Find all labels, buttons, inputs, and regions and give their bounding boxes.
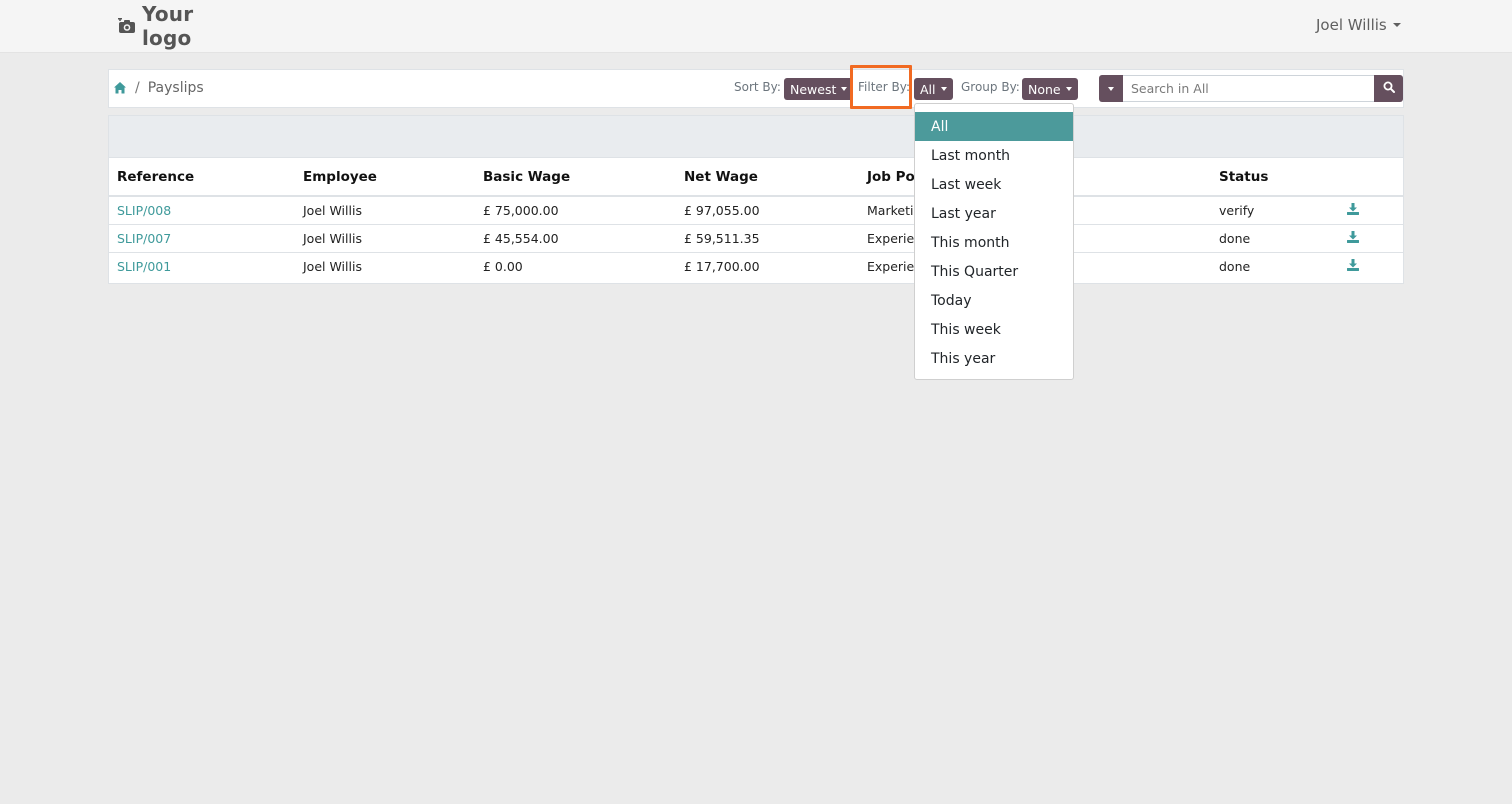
caret-down-icon [1065, 87, 1072, 91]
group-by-value: None [1028, 81, 1061, 97]
payslips-panel: Reference Employee Basic Wage Net Wage J… [108, 115, 1404, 284]
col-reference: Reference [109, 158, 295, 197]
camera-icon [118, 17, 136, 34]
filter-option-this-week[interactable]: This week [915, 315, 1073, 344]
panel-header [109, 116, 1403, 158]
download-icon[interactable] [1347, 202, 1359, 215]
net-wage-cell: £ 97,055.00 [676, 196, 859, 225]
payslip-reference-link[interactable]: SLIP/008 [117, 203, 171, 218]
search-options-dropdown[interactable] [1099, 75, 1123, 102]
payslips-table: Reference Employee Basic Wage Net Wage J… [109, 158, 1403, 280]
status-cell: verify [1211, 196, 1339, 225]
filter-option-last-year[interactable]: Last year [915, 199, 1073, 228]
user-menu-toggle[interactable]: Joel Willis [1316, 16, 1401, 34]
filter-by-highlight [850, 65, 912, 109]
search-input[interactable] [1123, 75, 1374, 102]
filter-option-last-month[interactable]: Last month [915, 141, 1073, 170]
col-net-wage: Net Wage [676, 158, 859, 197]
payslip-reference-link[interactable]: SLIP/001 [117, 259, 171, 274]
filter-option-this-month[interactable]: This month [915, 228, 1073, 257]
filter-option-today[interactable]: Today [915, 286, 1073, 315]
basic-wage-cell: £ 75,000.00 [475, 196, 676, 225]
caret-down-icon [1108, 86, 1114, 91]
caret-down-icon [940, 87, 947, 91]
group-by-label: Group By: [961, 80, 1020, 94]
status-cell: done [1211, 224, 1339, 253]
top-navbar: Your logo Joel Willis [0, 0, 1512, 53]
filter-option-this-year[interactable]: This year [915, 344, 1073, 373]
filter-by-dropdown[interactable]: All [914, 78, 953, 100]
home-icon[interactable] [113, 81, 127, 95]
basic-wage-cell: £ 45,554.00 [475, 224, 676, 253]
filter-by-value: All [920, 81, 936, 97]
col-download [1339, 158, 1403, 197]
search-icon [1383, 81, 1395, 97]
employee-cell: Joel Willis [295, 224, 475, 253]
breadcrumb: / Payslips [113, 80, 204, 96]
basic-wage-cell: £ 0.00 [483, 258, 523, 274]
employee-cell: Joel Willis [295, 196, 475, 225]
status-cell: done [1219, 258, 1251, 274]
user-name: Joel Willis [1316, 16, 1387, 34]
col-basic-wage: Basic Wage [475, 158, 676, 197]
search-button[interactable] [1374, 75, 1403, 102]
download-icon[interactable] [1347, 258, 1359, 271]
table-row: SLIP/007 Joel Willis £ 45,554.00 £ 59,51… [109, 224, 1403, 253]
payslip-reference-link[interactable]: SLIP/007 [117, 231, 171, 246]
breadcrumb-current: Payslips [147, 80, 204, 96]
net-wage-cell: £ 59,511.35 [676, 224, 859, 253]
table-row: SLIP/008 Joel Willis £ 75,000.00 £ 97,05… [109, 196, 1403, 225]
logo-text: Your logo [142, 2, 194, 50]
caret-down-icon [841, 87, 848, 91]
caret-down-icon [1392, 23, 1401, 27]
filter-by-menu: All Last month Last week Last year This … [914, 103, 1074, 380]
logo[interactable]: Your logo [110, 2, 246, 50]
table-header-row: Reference Employee Basic Wage Net Wage J… [109, 158, 1403, 197]
employee-cell: Joel Willis [303, 258, 362, 274]
net-wage-cell: £ 17,700.00 [684, 258, 760, 274]
sort-by-value: Newest [790, 81, 837, 97]
filter-option-all[interactable]: All [915, 112, 1073, 141]
filter-option-this-quarter[interactable]: This Quarter [915, 257, 1073, 286]
col-employee: Employee [295, 158, 475, 197]
table-row: SLIP/001 Joel Willis £ 0.00 £ 17,700.00 … [109, 252, 1403, 280]
breadcrumb-separator: / [135, 80, 140, 96]
sort-by-dropdown[interactable]: Newest [784, 78, 854, 100]
sort-by-label: Sort By: [734, 80, 781, 94]
search-group [1099, 75, 1403, 102]
col-status: Status [1211, 158, 1339, 197]
group-by-dropdown[interactable]: None [1022, 78, 1078, 100]
filter-option-last-week[interactable]: Last week [915, 170, 1073, 199]
download-icon[interactable] [1347, 230, 1359, 243]
